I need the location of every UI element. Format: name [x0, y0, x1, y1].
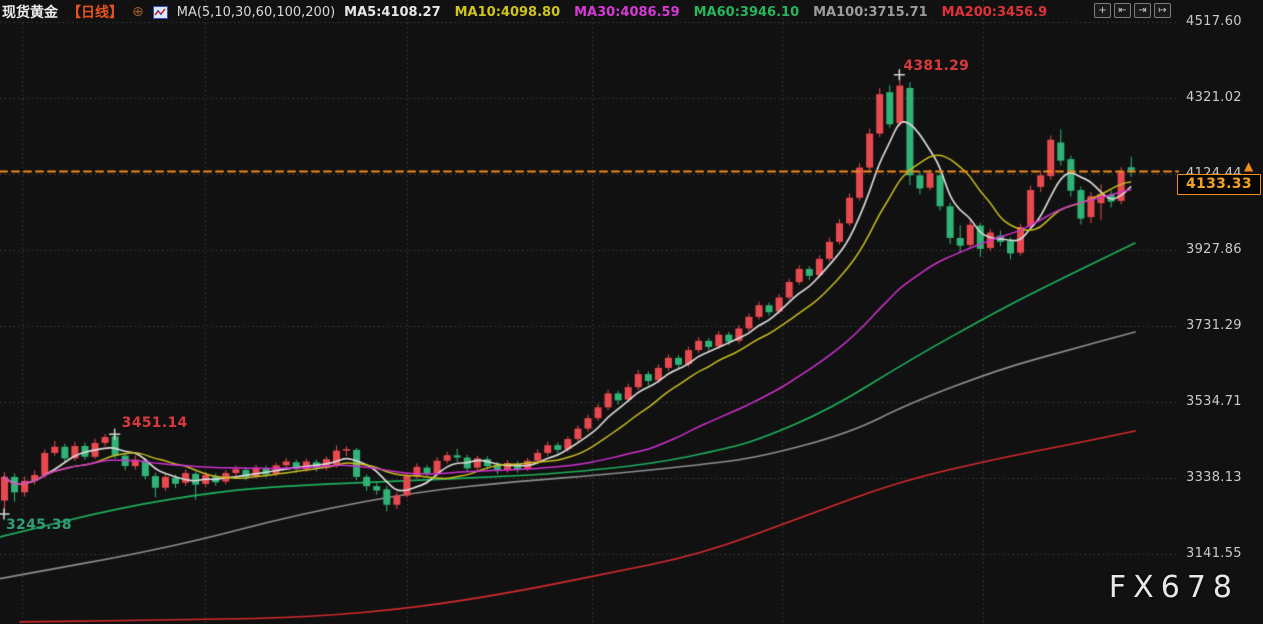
- pan-right-icon[interactable]: ↦: [1154, 3, 1171, 18]
- ma100-value: MA100:3715.71: [813, 5, 928, 20]
- ma-group-label: MA(5,10,30,60,100,200): [177, 5, 335, 20]
- swing-high-annotation: 3451.14: [122, 415, 188, 431]
- axis-tick: 3927.86: [1186, 242, 1242, 257]
- axis-tick: 4517.60: [1186, 14, 1242, 29]
- price-up-arrow-icon: ▲: [1244, 160, 1253, 172]
- ma200-value: MA200:3456.9: [942, 5, 1048, 20]
- scale-to-left-icon[interactable]: ⇤: [1114, 3, 1131, 18]
- axis-tick: 3534.71: [1186, 394, 1242, 409]
- ma30-value: MA30:4086.59: [574, 5, 680, 20]
- axis-tick: 4321.02: [1186, 90, 1242, 105]
- ma-legend: MA5:4108.27 MA10:4098.80 MA30:4086.59 MA…: [344, 5, 1047, 20]
- move-tool-icon[interactable]: +: [1094, 3, 1111, 18]
- scale-to-right-icon[interactable]: ⇥: [1134, 3, 1151, 18]
- ma60-value: MA60:3946.10: [694, 5, 800, 20]
- axis-tick: 3338.13: [1186, 470, 1242, 485]
- candlestick-chart-icon[interactable]: [153, 6, 168, 19]
- timeframe-label: 【日线】: [67, 2, 123, 22]
- crosshair-icon[interactable]: ⊕: [132, 4, 144, 20]
- candlestick-chart-canvas[interactable]: [0, 0, 1263, 624]
- low-annotation: 3245.38: [6, 517, 72, 533]
- chart-toolbar: + ⇤ ⇥ ↦: [1094, 3, 1171, 18]
- chart-header: 现货黄金 【日线】 ⊕ MA(5,10,30,60,100,200) MA5:4…: [2, 2, 1047, 22]
- ma10-value: MA10:4098.80: [455, 5, 561, 20]
- ma5-value: MA5:4108.27: [344, 5, 440, 20]
- last-price-tag: 4133.33: [1177, 174, 1261, 195]
- chart-window: 现货黄金 【日线】 ⊕ MA(5,10,30,60,100,200) MA5:4…: [0, 0, 1263, 624]
- fx678-watermark: FX678: [1109, 570, 1239, 605]
- high-annotation: 4381.29: [903, 58, 969, 74]
- axis-tick: 3731.29: [1186, 318, 1242, 333]
- symbol-title: 现货黄金: [2, 2, 58, 22]
- axis-tick: 3141.55: [1186, 546, 1242, 561]
